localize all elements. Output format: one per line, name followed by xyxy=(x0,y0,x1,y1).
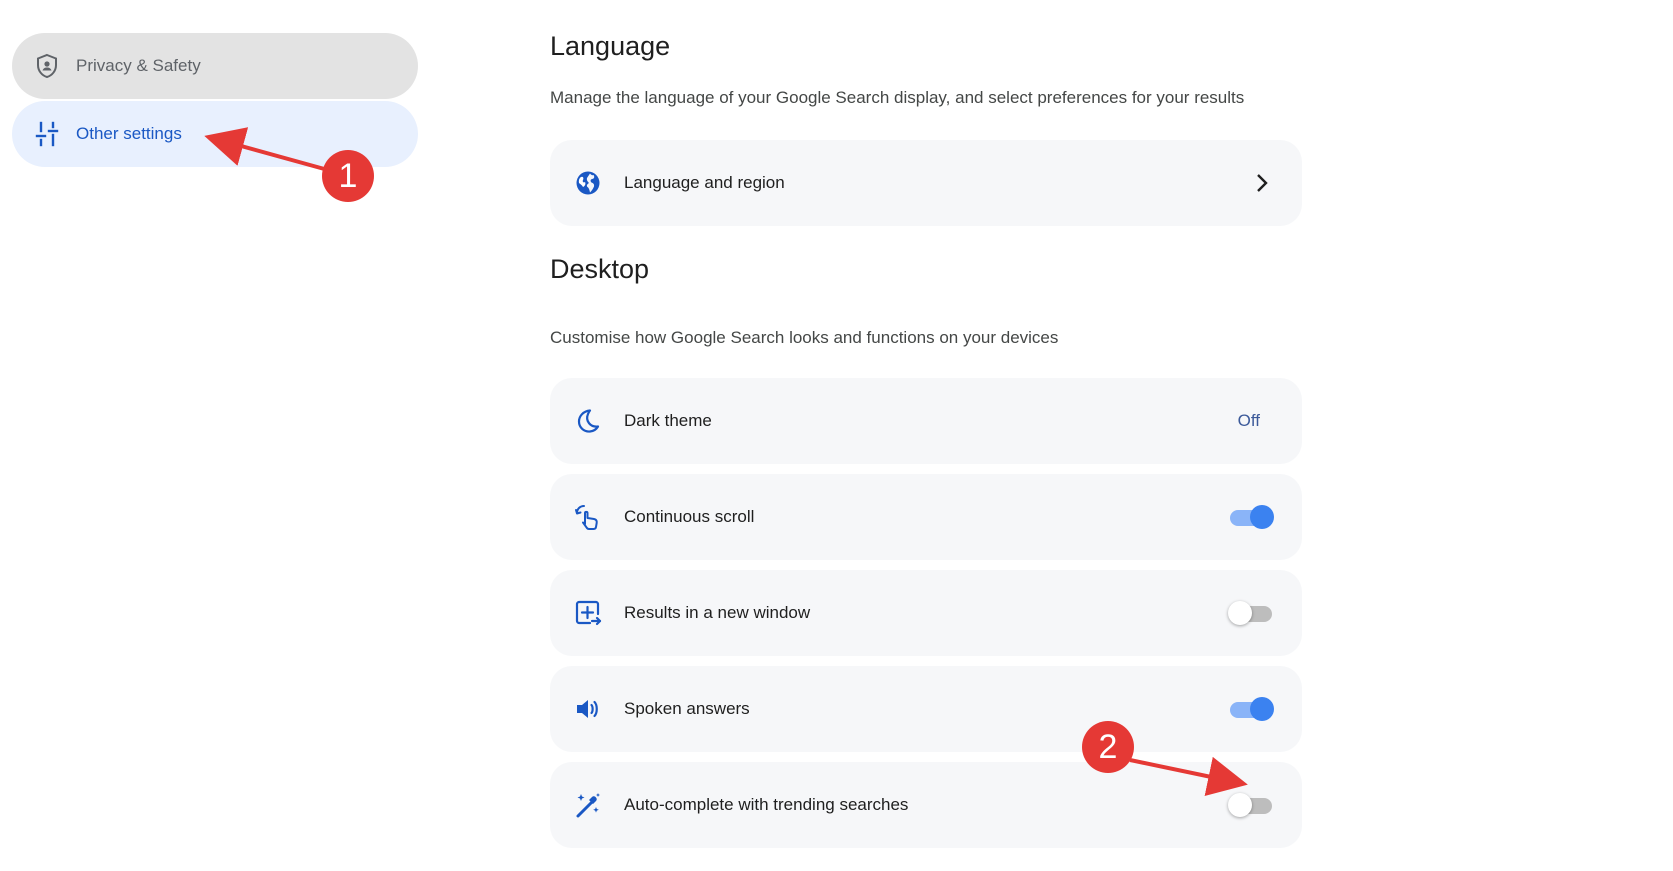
desktop-section-title: Desktop xyxy=(550,254,650,284)
sidebar-item-label: Other settings xyxy=(76,124,182,143)
shield-icon xyxy=(34,53,60,79)
row-label: Results in a new window xyxy=(624,603,811,622)
row-label: Dark theme xyxy=(624,411,712,430)
continuous-scroll-row: Continuous scroll xyxy=(550,474,1302,560)
language-section-description: Manage the language of your Google Searc… xyxy=(550,88,1245,107)
dark-theme-row[interactable]: Dark theme Off xyxy=(550,378,1302,464)
new-window-icon xyxy=(574,599,602,627)
spoken-answers-row: Spoken answers xyxy=(550,666,1302,752)
sidebar-item-privacy-safety[interactable]: Privacy & Safety xyxy=(12,33,418,99)
row-label: Language and region xyxy=(624,173,785,192)
row-label: Spoken answers xyxy=(624,699,750,718)
continuous-scroll-toggle[interactable] xyxy=(1228,504,1274,530)
autocomplete-trending-toggle[interactable] xyxy=(1228,792,1274,818)
row-label: Auto-complete with trending searches xyxy=(624,795,909,814)
sidebar-item-label: Privacy & Safety xyxy=(76,56,201,75)
scroll-gesture-icon xyxy=(574,503,602,531)
language-and-region-row[interactable]: Language and region xyxy=(550,140,1302,226)
results-new-window-row: Results in a new window xyxy=(550,570,1302,656)
toggle-knob xyxy=(1228,601,1252,625)
moon-icon xyxy=(574,407,602,435)
dark-theme-value: Off xyxy=(1237,411,1260,430)
sliders-icon xyxy=(34,121,60,147)
annotation-badge-1: 1 xyxy=(322,150,374,202)
globe-icon xyxy=(574,169,602,197)
results-new-window-toggle[interactable] xyxy=(1228,600,1274,626)
speaker-icon xyxy=(574,695,602,723)
magic-wand-icon xyxy=(574,791,602,819)
spoken-answers-toggle[interactable] xyxy=(1228,696,1274,722)
autocomplete-trending-row: Auto-complete with trending searches xyxy=(550,762,1302,848)
toggle-knob xyxy=(1250,505,1274,529)
row-label: Continuous scroll xyxy=(624,507,755,526)
language-section-title: Language xyxy=(550,31,671,61)
annotation-badge-2: 2 xyxy=(1082,721,1134,773)
chevron-right-icon xyxy=(1250,171,1274,195)
toggle-knob xyxy=(1250,697,1274,721)
toggle-knob xyxy=(1228,793,1252,817)
desktop-section-description: Customise how Google Search looks and fu… xyxy=(550,328,1059,347)
